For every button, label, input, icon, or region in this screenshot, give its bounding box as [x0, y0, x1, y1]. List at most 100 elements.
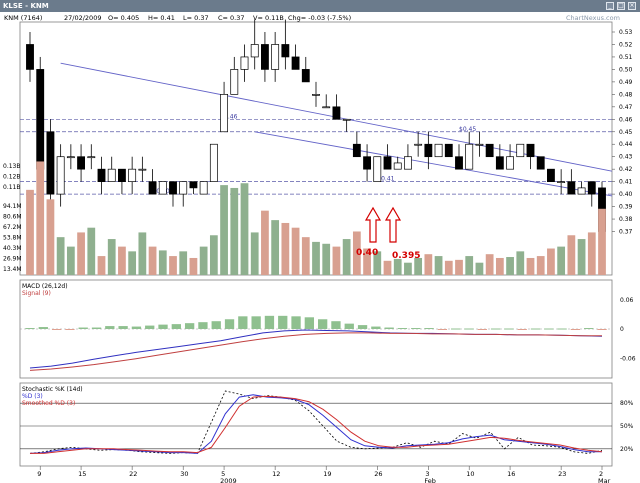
- stochastic-legend-d: %D (3): [22, 393, 43, 400]
- candle-body: [271, 44, 280, 70]
- volume-bar: [332, 246, 341, 275]
- volume-bar: [547, 248, 555, 275]
- arrow-annotation-2: [384, 206, 402, 243]
- macd-histogram-bar: [331, 321, 341, 329]
- candle-body: [332, 106, 341, 120]
- candle-body: [434, 143, 443, 158]
- macd-histogram-bar: [451, 328, 461, 330]
- candle-body: [485, 143, 494, 158]
- volume-bar: [281, 222, 290, 275]
- volume-bar: [455, 259, 463, 275]
- macd-histogram-bar: [544, 328, 554, 330]
- candle-body: [46, 131, 55, 195]
- macd-histogram-bar: [278, 315, 288, 329]
- volume-bar: [230, 187, 239, 275]
- volume-bar: [526, 257, 535, 275]
- price-y-tick-label: 0.45: [619, 129, 633, 136]
- stochastic-y-tick-label: 50%: [620, 423, 634, 430]
- price-y-tick-label: 0.41: [619, 179, 633, 186]
- volume-bar: [56, 237, 65, 275]
- price-y-tick-label: 0.49: [619, 79, 633, 86]
- candle-body: [138, 168, 147, 171]
- candle-body: [444, 143, 453, 158]
- macd-histogram-bar: [557, 328, 567, 330]
- candle-body: [557, 181, 566, 183]
- volume-bar: [383, 260, 392, 275]
- maximize-button[interactable]: □: [617, 2, 625, 10]
- candle-body: [66, 156, 75, 159]
- volume-bar: [577, 239, 586, 275]
- volume-bar: [148, 246, 157, 275]
- x-tick-label: 15: [78, 470, 86, 478]
- close-label: C= 0.37: [218, 14, 245, 22]
- x-period-label: Mar: [598, 477, 611, 483]
- volume-bar: [26, 189, 34, 275]
- macd-histogram-bar: [477, 329, 487, 330]
- candle-body: [516, 143, 525, 158]
- candle-body: [363, 156, 371, 170]
- volume-bar: [107, 239, 116, 275]
- x-tick-label: 23: [558, 470, 566, 478]
- volume-bar: [36, 161, 45, 275]
- volume-bar: [536, 256, 545, 275]
- macd-histogram-bar: [65, 329, 75, 330]
- macd-histogram-bar: [357, 325, 368, 329]
- macd-y-tick-label: 0: [620, 326, 624, 333]
- x-tick-label: 10: [466, 470, 474, 478]
- volume-bar: [261, 210, 269, 275]
- candle-body: [383, 156, 392, 170]
- macd-histogram-bar: [145, 325, 155, 329]
- x-period-label: 2009: [220, 477, 237, 483]
- stochastic-series-line: [30, 395, 603, 454]
- price-y-tick-label: 0.47: [619, 104, 633, 111]
- volume-axis-label: 53.8M: [3, 235, 22, 242]
- window-titlebar: KLSE - KNM _ □ ×: [0, 0, 640, 12]
- x-tick-label: 9: [37, 470, 41, 478]
- volume-bar: [301, 237, 310, 275]
- macd-histogram-bar: [437, 329, 448, 330]
- open-label: O= 0.405: [108, 14, 139, 22]
- macd-histogram-bar: [517, 329, 527, 330]
- volume-axis-label: 0.11B: [3, 184, 20, 191]
- support-line-label: $0.45: [459, 126, 476, 133]
- volume-bar: [342, 239, 351, 275]
- volume-bar: [567, 235, 576, 275]
- volume-bar: [199, 246, 208, 275]
- price-y-tick-label: 0.51: [619, 54, 633, 61]
- macd-histogram-bar: [411, 328, 421, 330]
- minimize-button[interactable]: _: [606, 2, 614, 10]
- stochastic-y-tick-label: 80%: [620, 400, 634, 407]
- candle-body: [526, 143, 535, 158]
- close-button[interactable]: ×: [628, 2, 636, 10]
- candle-body: [199, 181, 208, 195]
- volume-bar: [587, 232, 596, 275]
- macd-histogram-bar: [584, 328, 594, 330]
- macd-histogram-bar: [91, 327, 102, 329]
- macd-histogram-bar: [317, 319, 328, 329]
- volume-bar: [485, 254, 494, 275]
- price-y-tick-label: 0.39: [619, 204, 633, 211]
- window-title: KLSE - KNM: [3, 2, 49, 10]
- candle-body: [455, 156, 463, 170]
- candle-body: [465, 143, 474, 170]
- stochastic-panel-frame: [19, 382, 613, 467]
- volume-axis-label: 40.3M: [3, 245, 22, 252]
- x-tick-label: 19: [323, 470, 331, 478]
- x-tick-label: 30: [180, 470, 188, 478]
- candle-body: [291, 56, 300, 70]
- macd-histogram-bar: [118, 326, 128, 329]
- candle-body: [281, 44, 290, 58]
- change-label: Chg= -0.03 (-7.5%): [288, 14, 351, 22]
- volume-bar: [404, 262, 412, 275]
- signal-title: Signal (9): [22, 290, 51, 297]
- date-label: 27/02/2009: [64, 14, 101, 22]
- volume-bar: [220, 185, 228, 275]
- candle-body: [77, 156, 85, 170]
- macd-histogram-bar: [105, 326, 115, 329]
- candle-body: [128, 168, 137, 182]
- volume-bar: [46, 199, 55, 275]
- candle-body: [312, 94, 320, 96]
- volume-bar: [189, 257, 198, 275]
- candle-body: [56, 156, 65, 195]
- price-y-tick-label: 0.37: [619, 229, 633, 236]
